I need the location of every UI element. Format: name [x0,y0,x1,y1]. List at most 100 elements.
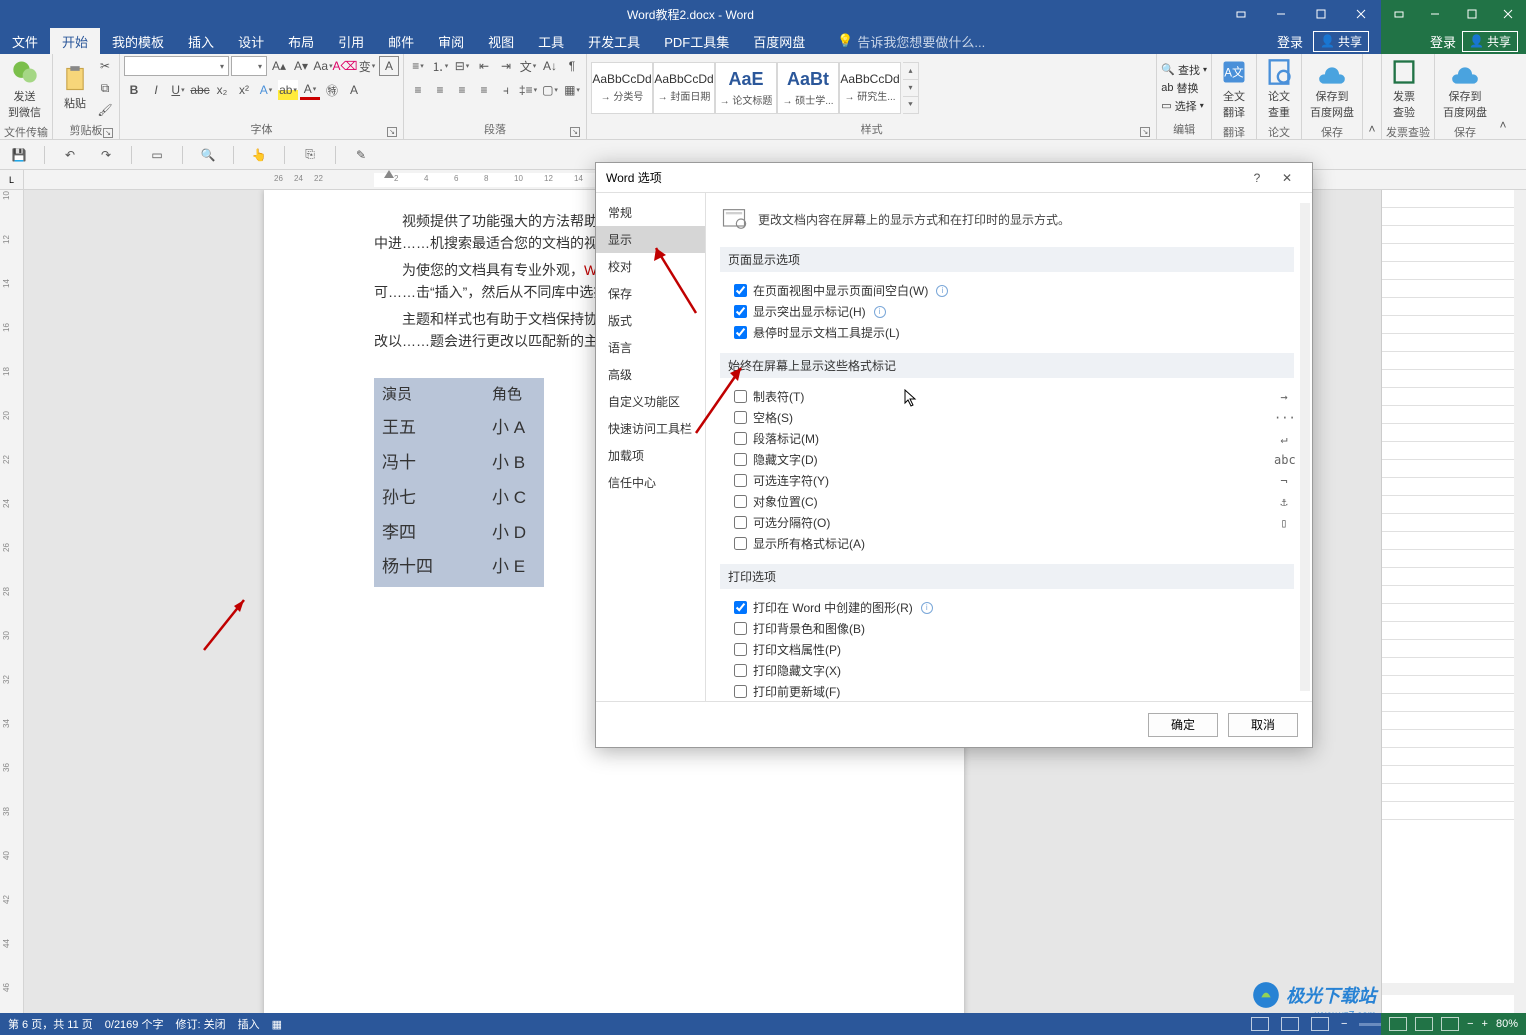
minimize-icon[interactable] [1417,0,1453,28]
cut-icon[interactable]: ✂ [95,56,115,76]
checkbox[interactable] [734,516,747,529]
nav-item-版式[interactable]: 版式 [596,307,705,334]
nav-item-显示[interactable]: 显示 [596,226,705,253]
char-border-icon[interactable]: A [379,56,399,76]
style-item[interactable]: AaBbCcDd→ 研究生... [839,62,901,114]
char-shading-icon[interactable]: A [344,80,364,100]
scrollbar-vertical[interactable] [1300,203,1310,691]
tab-百度网盘[interactable]: 百度网盘 [741,28,817,54]
touch-mode-icon[interactable]: 👆 [248,144,270,166]
track-changes-status[interactable]: 修订: 关闭 [175,1016,225,1032]
zoom-out-icon[interactable]: − [1341,1018,1347,1030]
align-left-icon[interactable]: ≡ [408,80,428,100]
macro-icon[interactable]: ▦ [272,1018,282,1031]
checkbox[interactable] [734,432,747,445]
tab-开始[interactable]: 开始 [50,28,100,54]
vertical-ruler[interactable]: 10121416182022242628303234363840424446 [0,190,24,1013]
checkbox[interactable] [734,474,747,487]
style-item[interactable]: AaBbCcDd→ 分类号 [591,62,653,114]
line-spacing-icon[interactable]: ‡≡ [518,80,538,100]
zoom-in-icon[interactable]: + [1482,1018,1488,1030]
thesis-check-button[interactable]: 论文 查重 [1261,56,1297,122]
tab-我的模板[interactable]: 我的模板 [100,28,176,54]
superscript-icon[interactable]: x² [234,80,254,100]
checkbox[interactable] [734,495,747,508]
phonetic-guide-icon[interactable]: 变 [357,56,377,76]
close-icon[interactable] [1341,0,1381,28]
collapse-ribbon-icon[interactable]: ˄ [1495,115,1511,135]
sort-icon[interactable]: A↓ [540,56,560,76]
tab-文件[interactable]: 文件 [0,28,50,54]
undo-icon[interactable]: ↶ [59,144,81,166]
nav-item-语言[interactable]: 语言 [596,334,705,361]
minimize-icon[interactable] [1261,0,1301,28]
normal-view-icon[interactable] [1389,1017,1407,1031]
checkbox[interactable] [734,305,747,318]
close-icon[interactable]: ✕ [1272,164,1302,192]
italic-icon[interactable]: I [146,80,166,100]
print-preview-icon[interactable]: 🔍 [197,144,219,166]
distribute-icon[interactable]: ⫞ [496,80,516,100]
tell-me-search[interactable]: 💡 告诉我您想要做什么... [837,32,985,51]
numbering-icon[interactable]: ⒈ [430,56,450,76]
decrease-indent-icon[interactable]: ⇤ [474,56,494,76]
cancel-button[interactable]: 取消 [1228,713,1298,737]
nav-item-加载项[interactable]: 加载项 [596,442,705,469]
nav-item-保存[interactable]: 保存 [596,280,705,307]
info-icon[interactable]: i [874,306,886,318]
page-indicator[interactable]: 第 6 页，共 11 页 [8,1016,93,1032]
zoom-level[interactable]: 80% [1496,1018,1518,1030]
maximize-icon[interactable] [1454,0,1490,28]
tab-邮件[interactable]: 邮件 [376,28,426,54]
checkbox[interactable] [734,643,747,656]
save-icon[interactable]: 💾 [8,144,30,166]
nav-item-自定义功能区[interactable]: 自定义功能区 [596,388,705,415]
tab-插入[interactable]: 插入 [176,28,226,54]
nav-item-快速访问工具栏[interactable]: 快速访问工具栏 [596,415,705,442]
highlight-icon[interactable]: ab [278,80,298,100]
copy-icon[interactable]: ⧉ [95,78,115,98]
show-marks-icon[interactable]: ¶ [562,56,582,76]
checkbox[interactable] [734,622,747,635]
font-size-combo[interactable]: ▾ [231,56,267,76]
help-icon[interactable]: ? [1242,164,1272,192]
font-color-icon[interactable]: A [300,80,320,100]
style-item[interactable]: AaBbCcDd→ 封面日期 [653,62,715,114]
tab-selector[interactable]: L [0,170,24,190]
style-item[interactable]: AaE→ 论文标题 [715,62,777,114]
redo-icon[interactable]: ↷ [95,144,117,166]
login-link[interactable]: 登录 [1277,32,1303,51]
checkbox[interactable] [734,601,747,614]
maximize-icon[interactable] [1301,0,1341,28]
share-button[interactable]: 👤共享 [1462,31,1518,52]
page-break-icon[interactable] [1441,1017,1459,1031]
bold-icon[interactable]: B [124,80,144,100]
checkbox[interactable] [734,664,747,677]
underline-icon[interactable]: U [168,80,188,100]
styles-gallery[interactable]: AaBbCcDd→ 分类号AaBbCcDd→ 封面日期AaE→ 论文标题AaBt… [591,62,901,114]
paste-button[interactable]: 粘贴 [57,63,93,113]
ribbon-display-icon[interactable] [1221,0,1261,28]
tab-工具[interactable]: 工具 [526,28,576,54]
dialog-launcher-icon[interactable]: ↘ [387,127,397,137]
scrollbar-vertical[interactable] [1514,190,1526,1013]
save-baidu-button[interactable]: 保存到 百度网盘 [1306,56,1358,122]
save-baidu-button[interactable]: 保存到 百度网盘 [1439,56,1491,122]
checkbox[interactable] [734,537,747,550]
web-layout-icon[interactable] [1311,1017,1329,1031]
collapse-ribbon-icon[interactable]: ˄ [1362,119,1382,139]
invoice-check-button[interactable]: 发票 查验 [1386,56,1422,122]
checkbox[interactable] [734,685,747,698]
close-icon[interactable] [1490,0,1526,28]
tab-设计[interactable]: 设计 [226,28,276,54]
insert-icon[interactable]: ⎘ [299,144,321,166]
multilevel-icon[interactable]: ⊟ [452,56,472,76]
bullets-icon[interactable]: ≡ [408,56,428,76]
shading-icon[interactable]: ▢ [540,80,560,100]
justify-icon[interactable]: ≡ [474,80,494,100]
ok-button[interactable]: 确定 [1148,713,1218,737]
tab-开发工具[interactable]: 开发工具 [576,28,652,54]
select-button[interactable]: ▭选择▾ [1161,98,1207,114]
format-painter-icon[interactable]: 🖌 [95,100,115,120]
word-count[interactable]: 0/2169 个字 [105,1016,164,1032]
